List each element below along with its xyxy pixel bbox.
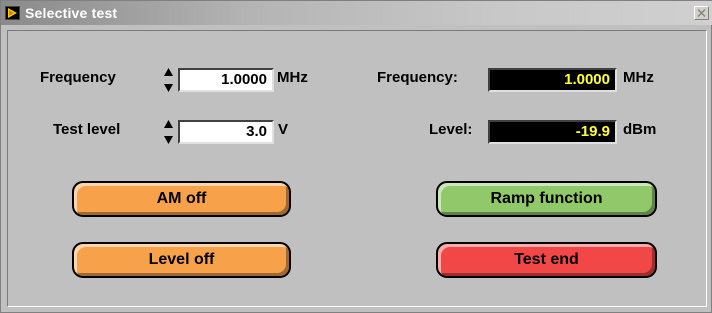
test-level-unit: V xyxy=(278,121,289,138)
test-level-input[interactable]: 3.0 xyxy=(178,120,274,144)
frequency-indicator: 1.0000 xyxy=(488,68,617,92)
test-level-spinner-icon[interactable] xyxy=(163,118,174,146)
ramp-function-button[interactable]: Ramp function xyxy=(436,181,657,217)
frequency-indicator-unit: MHz xyxy=(623,69,654,86)
test-level-label: Test level xyxy=(53,121,121,138)
frequency-spinner-icon[interactable] xyxy=(163,66,174,94)
level-indicator-unit: dBm xyxy=(623,121,657,138)
title-bar: Selective test xyxy=(1,1,712,25)
frequency-unit: MHz xyxy=(277,69,308,86)
frequency-label: Frequency xyxy=(40,69,116,86)
close-icon[interactable] xyxy=(694,6,709,20)
level-off-button[interactable]: Level off xyxy=(72,242,291,278)
level-indicator-label: Level: xyxy=(429,121,473,138)
selective-test-window: Selective test Frequency 1.0000 MHz Test… xyxy=(0,0,712,313)
am-off-button[interactable]: AM off xyxy=(72,181,291,217)
level-indicator: -19.9 xyxy=(488,120,617,144)
frequency-indicator-label: Frequency: xyxy=(377,69,458,86)
frequency-input[interactable]: 1.0000 xyxy=(178,68,274,92)
window-title: Selective test xyxy=(25,5,118,21)
labview-vi-icon xyxy=(5,6,20,20)
test-end-button[interactable]: Test end xyxy=(436,242,657,278)
